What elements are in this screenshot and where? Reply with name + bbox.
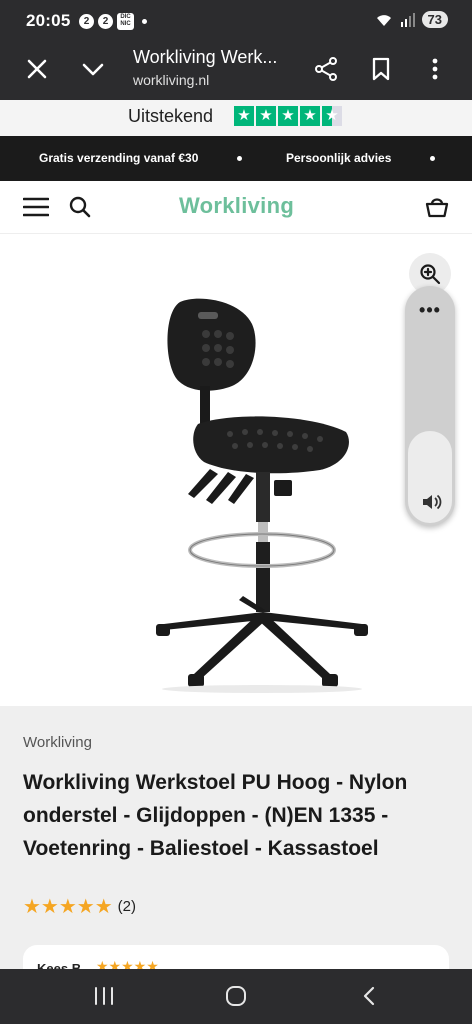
promo-separator [237, 156, 242, 161]
search-icon[interactable] [68, 195, 92, 219]
page-url[interactable]: workliving.nl [133, 72, 209, 88]
status-time: 20:05 [26, 11, 71, 30]
site-header: Workliving [0, 181, 472, 234]
app-notification-icon: DIC NIC [117, 13, 134, 30]
star-icon: ★ [256, 106, 276, 126]
half-star-icon: ★ [322, 106, 342, 126]
floating-media-panel[interactable]: ••• [405, 286, 455, 526]
promo-separator [430, 156, 435, 161]
more-horizontal-icon[interactable]: ••• [405, 300, 455, 321]
trustpilot-bar[interactable]: Uitstekend ★ ★ ★ ★ ★ [0, 100, 472, 136]
product-image-gallery[interactable]: ••• [0, 234, 472, 706]
notification-icon: 2 [79, 14, 94, 29]
close-icon[interactable] [24, 56, 50, 82]
review-count: (2) [117, 898, 136, 915]
bookmark-icon[interactable] [368, 56, 394, 82]
product-brand[interactable]: Workliving [23, 734, 92, 751]
recent-apps-icon[interactable] [93, 986, 115, 1006]
promo-free-shipping: Gratis verzending vanaf €30 [39, 151, 199, 165]
speaker-icon[interactable] [420, 491, 442, 513]
trustpilot-label: Uitstekend [128, 106, 214, 126]
status-bar: 20:05 2 2 DIC NIC 73 [0, 0, 472, 42]
page-title[interactable]: Workliving Werk... [133, 47, 277, 68]
star-icon: ★ [278, 106, 298, 126]
signal-icon [400, 12, 415, 27]
system-icons: 73 [374, 11, 448, 28]
star-icon: ★ [300, 106, 320, 126]
site-logo[interactable]: Workliving [179, 193, 294, 219]
promo-advice: Persoonlijk advies [286, 151, 392, 165]
star-icon: ★ [234, 106, 254, 126]
more-notifications-dot [142, 19, 147, 24]
product-info-section: Workliving Workliving Werkstoel PU Hoog … [0, 706, 472, 985]
battery-indicator: 73 [421, 11, 448, 28]
back-icon[interactable] [359, 985, 379, 1007]
trustpilot-stars: ★ ★ ★ ★ ★ [234, 106, 342, 126]
product-title: Workliving Werkstoel PU Hoog - Nylon ond… [23, 771, 408, 860]
volume-slider-handle[interactable] [408, 431, 452, 523]
share-icon[interactable] [313, 56, 339, 82]
hamburger-icon[interactable] [23, 196, 49, 218]
basket-icon[interactable] [424, 194, 450, 220]
browser-toolbar: Workliving Werk... workliving.nl [0, 42, 472, 100]
more-vertical-icon[interactable] [422, 56, 448, 82]
home-icon[interactable] [225, 985, 247, 1007]
notification-icons: 2 2 DIC NIC [79, 13, 147, 30]
rating-stars-icon: ★★★★★ [23, 896, 113, 918]
system-navigation-bar [0, 969, 472, 1024]
notification-icon: 2 [98, 14, 113, 29]
chevron-down-icon[interactable] [80, 56, 106, 82]
zoom-in-icon [420, 264, 441, 285]
promo-bar: Gratis verzending vanaf €30 Persoonlijk … [0, 136, 472, 181]
product-photo-chair[interactable] [140, 294, 380, 704]
wifi-icon [376, 14, 391, 26]
product-rating[interactable]: ★★★★★ (2) [23, 894, 136, 919]
